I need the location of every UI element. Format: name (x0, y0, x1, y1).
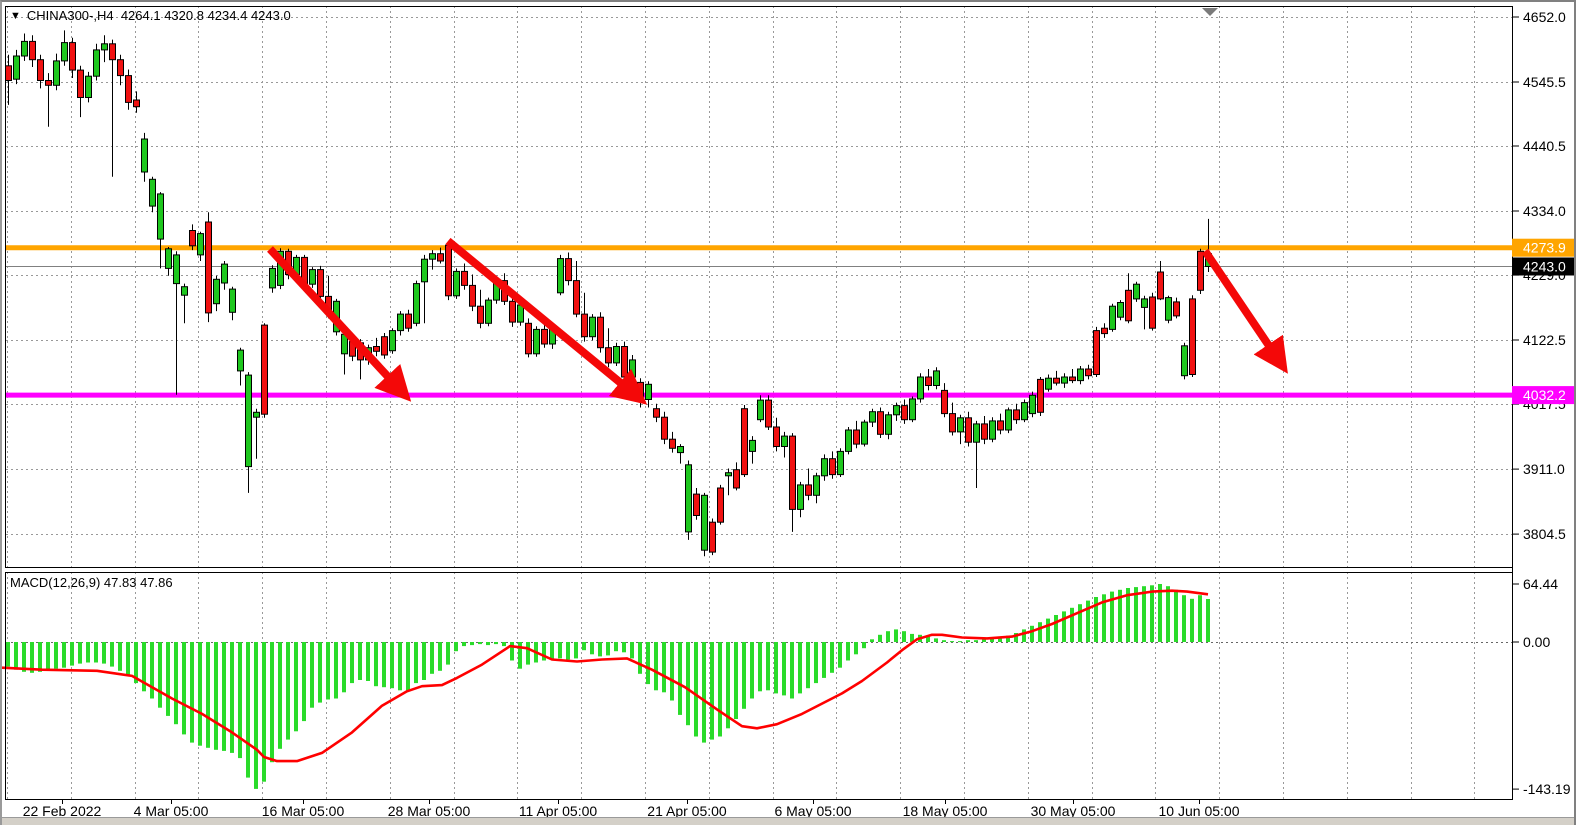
svg-text:-143.19: -143.19 (1523, 781, 1571, 797)
support-price-tag: 4032.2 (1512, 386, 1576, 404)
svg-text:0.00: 0.00 (1523, 634, 1550, 650)
chart-title: ▼ CHINA300-,H4 4264.1 4320.8 4234.4 4243.… (10, 8, 291, 23)
macd-indicator-label: MACD(12,26,9) 47.83 47.86 (10, 575, 173, 590)
svg-text:4334.0: 4334.0 (1523, 203, 1566, 219)
svg-text:3804.5: 3804.5 (1523, 526, 1566, 542)
svg-text:4032.2: 4032.2 (1523, 387, 1566, 403)
current-price-tag: 4243.0 (1512, 258, 1576, 276)
price-chart-canvas[interactable]: 4652.04545.54440.54334.04229.04122.54017… (2, 2, 1576, 825)
svg-text:4273.9: 4273.9 (1523, 240, 1566, 256)
svg-text:4545.5: 4545.5 (1523, 74, 1566, 90)
window-bottom-edge (2, 817, 1574, 825)
svg-text:3911.0: 3911.0 (1523, 461, 1565, 477)
symbol-dropdown-icon[interactable]: ▼ (10, 10, 21, 22)
symbol-period-label: CHINA300-,H4 (27, 8, 114, 23)
svg-text:4652.0: 4652.0 (1523, 9, 1566, 25)
ohlc-values: 4264.1 4320.8 4234.4 4243.0 (121, 8, 291, 23)
svg-text:4440.5: 4440.5 (1523, 138, 1566, 154)
mt4-chart-window: 4652.04545.54440.54334.04229.04122.54017… (0, 0, 1576, 825)
resistance-price-tag: 4273.9 (1512, 239, 1576, 257)
svg-text:4122.5: 4122.5 (1523, 332, 1566, 348)
svg-text:4243.0: 4243.0 (1523, 259, 1566, 275)
svg-text:64.44: 64.44 (1523, 576, 1558, 592)
